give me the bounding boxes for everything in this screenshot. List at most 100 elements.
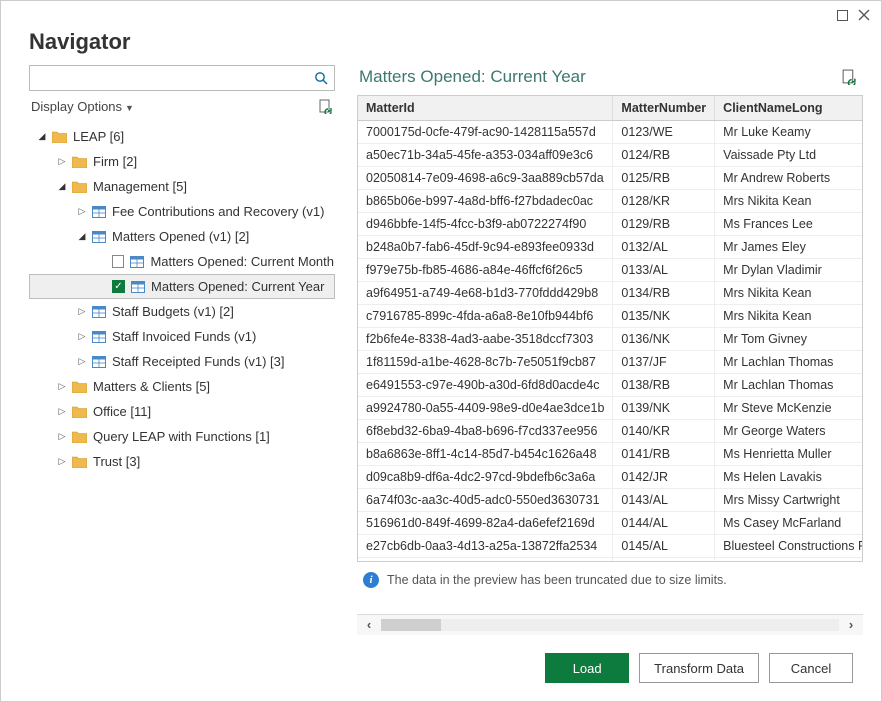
search-icon[interactable] (314, 71, 330, 85)
tree-item[interactable]: ▷Query LEAP with Functions [1] (29, 424, 335, 449)
scroll-track[interactable] (381, 619, 839, 631)
table-row[interactable]: f2b6fe4e-8338-4ad3-aabe-3518dccf73030136… (358, 328, 863, 351)
expand-icon[interactable]: ▷ (76, 331, 88, 342)
table-cell: Mr Luke Keamy (715, 121, 863, 144)
collapse-icon[interactable]: ◢ (76, 231, 88, 242)
tree-item-label: Trust [3] (93, 454, 140, 469)
tree-item-label: Staff Receipted Funds (v1) [3] (112, 354, 284, 369)
tree-item[interactable]: ▷Firm [2] (29, 149, 335, 174)
preview-table[interactable]: MatterIdMatterNumberClientNameLong 70001… (358, 96, 863, 562)
table-cell: 0140/KR (613, 420, 715, 443)
tree-checkbox[interactable] (112, 255, 125, 268)
tree-item[interactable]: ▷ Staff Receipted Funds (v1) [3] (29, 349, 335, 374)
table-row[interactable]: a9924780-0a55-4409-98e9-d0e4ae3dce1b0139… (358, 397, 863, 420)
column-header[interactable]: MatterNumber (613, 96, 715, 121)
table-row[interactable]: b248a0b7-fab6-45df-9c94-e893fee0933d0132… (358, 236, 863, 259)
table-row[interactable]: e6491553-c97e-490b-a30d-6fd8d0acde4c0138… (358, 374, 863, 397)
navigator-tree[interactable]: ◢ LEAP [6] ▷Firm [2] ◢ Management [5] ▷ Fee Co… (29, 120, 335, 635)
maximize-button[interactable] (831, 5, 853, 25)
table-cell: Mrs Nikita Kean (715, 305, 863, 328)
table-cell: c7916785-899c-4fda-a6a8-8e10fb944bf6 (358, 305, 613, 328)
table-cell: a9f64951-a749-4e68-b1d3-770fddd429b8 (358, 282, 613, 305)
tree-item-label: Management [5] (93, 179, 187, 194)
expand-icon[interactable]: ▷ (76, 356, 88, 367)
chevron-down-icon: ▼ (125, 103, 134, 113)
table-row[interactable]: 6a74f03c-aa3c-40d5-adc0-550ed36307310143… (358, 489, 863, 512)
table-cell: Ms Casey McFarland (715, 512, 863, 535)
tree-item-label: Matters Opened: Current Year (151, 279, 324, 294)
info-icon: i (363, 572, 379, 588)
table-cell: 02050814-7e09-4698-a6c9-3aa889cb57da (358, 167, 613, 190)
column-header[interactable]: ClientNameLong (715, 96, 863, 121)
table-cell: 0141/RB (613, 443, 715, 466)
expand-icon[interactable]: ▷ (56, 456, 68, 467)
table-row[interactable]: b865b06e-b997-4a8d-bff6-f27bdadec0ac0128… (358, 190, 863, 213)
tree-item[interactable]: ▷Staff Invoiced Funds (v1) (29, 324, 335, 349)
refresh-preview-button[interactable] (841, 69, 857, 85)
tree-item[interactable]: ◢Matters Opened (v1) [2] (29, 224, 335, 249)
table-row[interactable]: a9f64951-a749-4e68-b1d3-770fddd429b80134… (358, 282, 863, 305)
folder-icon (72, 456, 87, 468)
tree-item[interactable]: ◢ LEAP [6] (29, 124, 335, 149)
table-row[interactable]: 1f81159d-a1be-4628-8c7b-7e5051f9cb870137… (358, 351, 863, 374)
titlebar (1, 1, 881, 29)
expand-icon[interactable]: ▷ (76, 206, 88, 217)
expand-icon[interactable]: ▷ (76, 306, 88, 317)
truncated-message: The data in the preview has been truncat… (387, 573, 727, 587)
horizontal-scrollbar[interactable]: ‹ › (357, 614, 863, 635)
cancel-button[interactable]: Cancel (769, 653, 853, 683)
tree-item-label: Fee Contributions and Recovery (v1) (112, 204, 324, 219)
tree-item[interactable]: ▷✓Matters Opened: Current Year (29, 274, 335, 299)
table-icon (131, 281, 145, 293)
table-row[interactable]: 7000175d-0cfe-479f-ac90-1428115a557d0123… (358, 121, 863, 144)
refresh-tree-button[interactable] (318, 99, 333, 114)
table-row[interactable]: d09ca8b9-df6a-4dc2-97cd-9bdefb6c3a6a0142… (358, 466, 863, 489)
expand-icon[interactable]: ▷ (56, 381, 68, 392)
close-button[interactable] (853, 5, 875, 25)
search-box[interactable] (29, 65, 335, 91)
table-cell: Ms Helen Lavakis (715, 466, 863, 489)
tree-item[interactable]: ▷Office [11] (29, 399, 335, 424)
scroll-thumb[interactable] (381, 619, 441, 631)
transform-data-button[interactable]: Transform Data (639, 653, 759, 683)
folder-icon (72, 181, 87, 193)
table-row[interactable]: 516961d0-849f-4699-82a4-da6efef2169d0144… (358, 512, 863, 535)
table-row[interactable]: f979e75b-fb85-4686-a84e-46ffcf6f26c50133… (358, 259, 863, 282)
tree-item[interactable]: ◢ Management [5] (29, 174, 335, 199)
expand-icon[interactable]: ▷ (56, 406, 68, 417)
expand-icon[interactable]: ▷ (56, 156, 68, 167)
table-row[interactable]: e27cb6db-0aa3-4d13-a25a-13872ffa25340145… (358, 535, 863, 558)
search-input[interactable] (34, 69, 314, 88)
table-row[interactable]: 6f8ebd32-6ba9-4ba8-b696-f7cd337ee9560140… (358, 420, 863, 443)
expand-icon[interactable]: ▷ (56, 431, 68, 442)
folder-icon (72, 431, 87, 443)
tree-item[interactable]: ▷ Trust [3] (29, 449, 335, 474)
table-cell: 0129/RB (613, 213, 715, 236)
table-cell: 0145/AL (613, 535, 715, 558)
tree-item[interactable]: ▷Matters & Clients [5] (29, 374, 335, 399)
table-cell: a50ec71b-34a5-45fe-a353-034aff09e3c6 (358, 144, 613, 167)
collapse-icon[interactable]: ◢ (56, 181, 68, 192)
tree-checkbox[interactable]: ✓ (112, 280, 125, 293)
table-row[interactable]: d946bbfe-14f5-4fcc-b3f9-ab0722274f900129… (358, 213, 863, 236)
scroll-left-button[interactable]: ‹ (357, 617, 381, 632)
load-button[interactable]: Load (545, 653, 629, 683)
table-row[interactable]: b8a6863e-8ff1-4c14-85d7-b454c1626a480141… (358, 443, 863, 466)
table-cell: e27cb6db-0aa3-4d13-a25a-13872ffa2534 (358, 535, 613, 558)
column-header[interactable]: MatterId (358, 96, 613, 121)
table-row[interactable]: a50ec71b-34a5-45fe-a353-034aff09e3c60124… (358, 144, 863, 167)
tree-item[interactable]: ▷ Fee Contributions and Recovery (v1) (29, 199, 335, 224)
preview-table-container: MatterIdMatterNumberClientNameLong 70001… (357, 95, 863, 562)
tree-item[interactable]: ▷Matters Opened: Current Month (29, 249, 335, 274)
table-row[interactable]: 02050814-7e09-4698-a6c9-3aa889cb57da0125… (358, 167, 863, 190)
table-cell: 0139/NK (613, 397, 715, 420)
display-options-button[interactable]: Display Options▼ (31, 99, 134, 114)
truncated-info: i The data in the preview has been trunc… (357, 562, 863, 598)
collapse-icon[interactable]: ◢ (36, 131, 48, 142)
tree-item-label: LEAP [6] (73, 129, 124, 144)
table-cell: 0138/RB (613, 374, 715, 397)
table-row[interactable]: c7916785-899c-4fda-a6a8-8e10fb944bf60135… (358, 305, 863, 328)
scroll-right-button[interactable]: › (839, 617, 863, 632)
tree-item[interactable]: ▷Staff Budgets (v1) [2] (29, 299, 335, 324)
table-icon (92, 206, 106, 218)
